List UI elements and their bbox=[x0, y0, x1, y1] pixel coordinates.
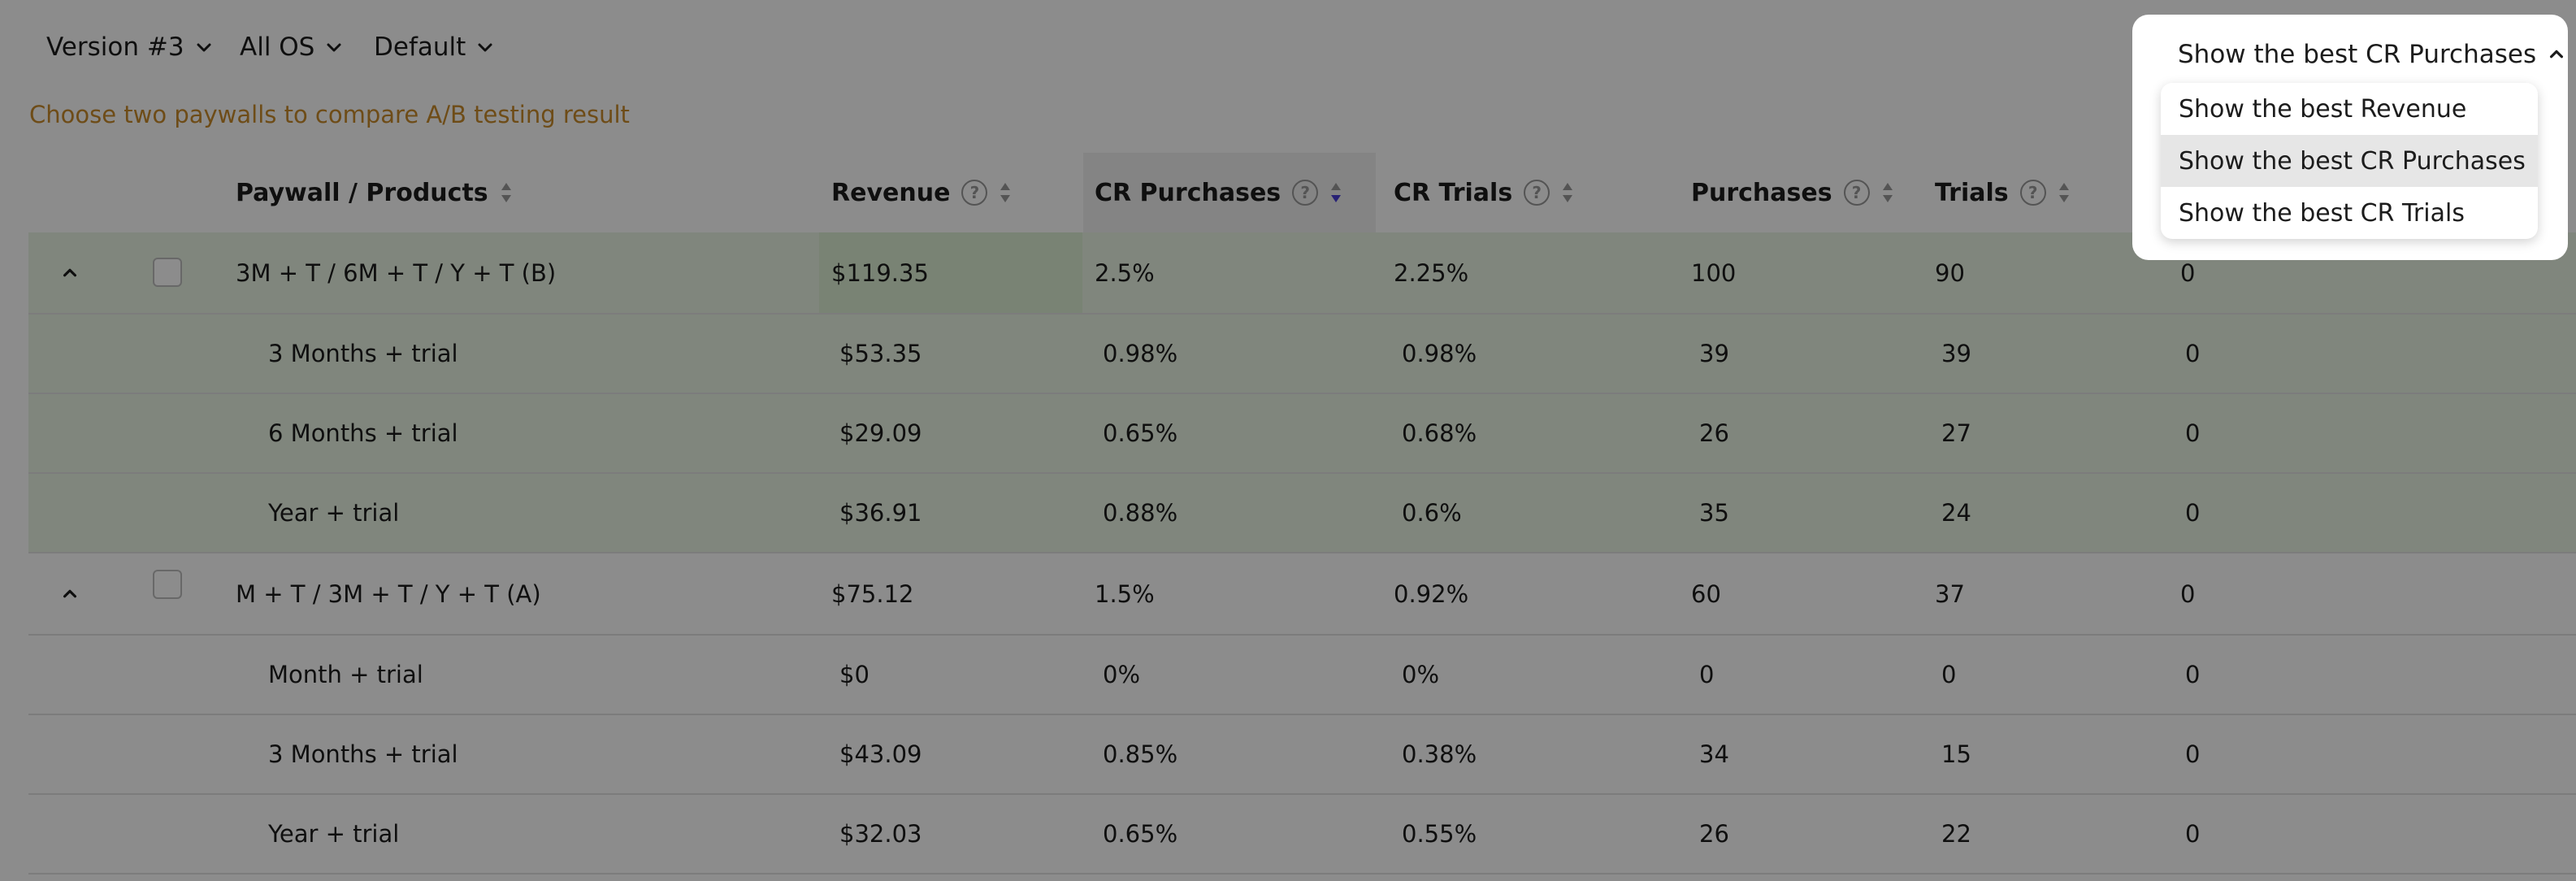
best-metric-toggle[interactable]: Show the best CR Purchases bbox=[2178, 31, 2565, 78]
best-metric-menu: Show the best Revenue Show the best CR P… bbox=[2161, 83, 2538, 239]
option-best-revenue[interactable]: Show the best Revenue bbox=[2161, 83, 2538, 135]
best-metric-dropdown: Show the best CR Purchases Show the best… bbox=[2132, 15, 2568, 260]
option-best-cr-trials[interactable]: Show the best CR Trials bbox=[2161, 187, 2538, 239]
best-metric-selected: Show the best CR Purchases bbox=[2178, 40, 2537, 69]
option-best-cr-purchases[interactable]: Show the best CR Purchases bbox=[2161, 135, 2538, 187]
chevron-up-icon bbox=[2550, 50, 2564, 59]
paywall-ab-test-page: Version #3 All OS Default Choose two pay… bbox=[0, 0, 2576, 881]
